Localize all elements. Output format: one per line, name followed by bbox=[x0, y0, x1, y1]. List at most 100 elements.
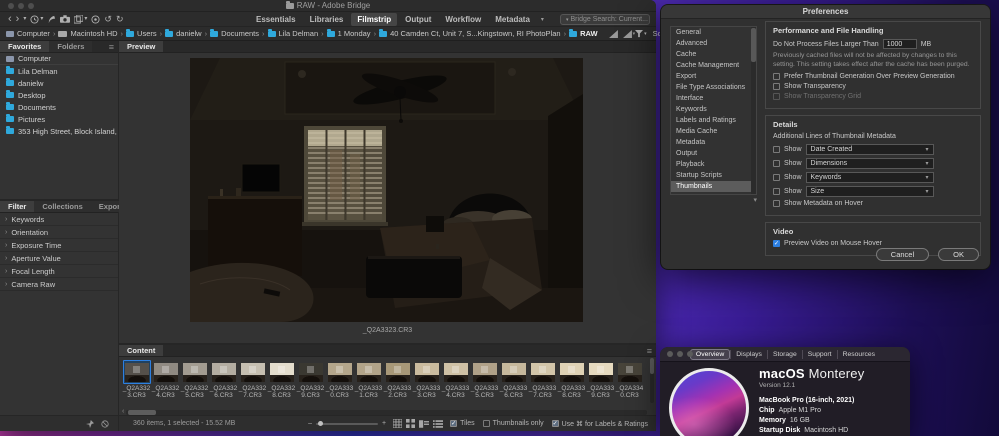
workspace-tab-output[interactable]: Output bbox=[399, 13, 437, 26]
tab-preview[interactable]: Preview bbox=[119, 41, 163, 52]
about-tab-storage[interactable]: Storage bbox=[767, 350, 802, 359]
pref-nav-metadata[interactable]: Metadata bbox=[671, 137, 756, 148]
favorites-item-353-high-street-block-island-ri-photoplan[interactable]: 353 High Street, Block Island, RI PhotoP… bbox=[0, 125, 118, 137]
pref-check-show-metadata-on-hover[interactable]: Show Metadata on Hover bbox=[773, 200, 973, 207]
minimize-button[interactable] bbox=[677, 351, 683, 357]
pref-nav-cache-management[interactable]: Cache Management bbox=[671, 60, 756, 71]
thumbnail-q2a3329-cr3[interactable]: _Q2A332 9.CR3 bbox=[296, 358, 325, 405]
camera-import-icon[interactable] bbox=[60, 15, 70, 23]
nav-scrollbar[interactable] bbox=[751, 27, 756, 194]
preview-quality-icon[interactable]: ▾ bbox=[623, 30, 636, 38]
checkbox-icon[interactable]: ✓ bbox=[773, 240, 780, 247]
thumbnail-q2a3340-cr3[interactable]: _Q2A334 0.CR3 bbox=[615, 358, 644, 405]
checkbox-icon[interactable]: ✓ bbox=[450, 420, 457, 427]
checkbox-icon[interactable] bbox=[483, 420, 490, 427]
filter-item-focal-length[interactable]: ›Focal Length bbox=[0, 265, 118, 278]
nav-scroll-down-icon[interactable]: ▾ bbox=[670, 196, 757, 204]
thumbnail-q2a3335-cr3[interactable]: _Q2A333 5.CR3 bbox=[470, 358, 499, 405]
favorites-item-documents[interactable]: Documents bbox=[0, 101, 118, 113]
panel-menu-icon[interactable]: ≡ bbox=[105, 41, 118, 52]
pref-nav-interface[interactable]: Interface bbox=[671, 93, 756, 104]
pref-nav-cache[interactable]: Cache bbox=[671, 49, 756, 60]
search-input[interactable]: ▾ Bridge Search: Current... bbox=[560, 14, 650, 25]
toggle-thumbnails-only[interactable]: Thumbnails only bbox=[483, 420, 544, 427]
pref-nav-advanced[interactable]: Advanced bbox=[671, 38, 756, 49]
pref-nav-general[interactable]: General bbox=[671, 27, 756, 38]
max-file-size-input[interactable]: 1000 bbox=[883, 39, 917, 49]
filter-item-exposure-time[interactable]: ›Exposure Time bbox=[0, 239, 118, 252]
favorites-item-computer[interactable]: Computer bbox=[0, 53, 118, 65]
thumbnail-q2a3328-cr3[interactable]: _Q2A332 8.CR3 bbox=[267, 358, 296, 405]
thumbnail-q2a3330-cr3[interactable]: _Q2A333 0.CR3 bbox=[325, 358, 354, 405]
zoom-button[interactable] bbox=[28, 3, 34, 9]
breadcrumb-item-40-camden-ct-unit-7-s-kingstown-ri-photoplan[interactable]: 40 Camden Ct, Unit 7, S...Kingstown, RI … bbox=[379, 29, 561, 38]
vertical-scrollbar[interactable] bbox=[650, 358, 654, 403]
forward-icon[interactable]: › bbox=[16, 15, 20, 24]
tab-content[interactable]: Content bbox=[119, 345, 163, 356]
thumbnail-size-slider[interactable] bbox=[316, 423, 378, 425]
clear-filter-icon[interactable] bbox=[101, 415, 109, 433]
back-icon[interactable]: ‹ bbox=[8, 15, 12, 24]
pref-nav-keywords[interactable]: Keywords bbox=[671, 104, 756, 115]
pref-nav-playback[interactable]: Playback bbox=[671, 159, 756, 170]
favorites-item-desktop[interactable]: Desktop bbox=[0, 89, 118, 101]
close-button[interactable] bbox=[667, 351, 673, 357]
filter-item-camera-raw[interactable]: ›Camera Raw bbox=[0, 278, 118, 291]
chevron-down-icon[interactable]: ▾ bbox=[23, 15, 26, 24]
pref-check-preview-video-on-mouse-hover[interactable]: ✓Preview Video on Mouse Hover bbox=[773, 240, 973, 247]
boomerang-return-icon[interactable] bbox=[47, 15, 56, 24]
thumbnail-q2a3334-cr3[interactable]: _Q2A333 4.CR3 bbox=[441, 358, 470, 405]
breadcrumb-item-lila-delman[interactable]: Lila Delman bbox=[268, 29, 319, 38]
thumbnail-q2a3324-cr3[interactable]: _Q2A332 4.CR3 bbox=[151, 358, 180, 405]
metadata-select-date-created[interactable]: Date Created▾ bbox=[806, 144, 934, 155]
workspace-tab-filmstrip[interactable]: Filmstrip bbox=[351, 13, 397, 26]
workspace-tab-essentials[interactable]: Essentials bbox=[250, 13, 302, 26]
pref-nav-output[interactable]: Output bbox=[671, 148, 756, 159]
pref-nav-export[interactable]: Export bbox=[671, 71, 756, 82]
filter-item-aperture-value[interactable]: ›Aperture Value bbox=[0, 252, 118, 265]
close-button[interactable] bbox=[8, 3, 14, 9]
grid-lock-view-icon[interactable] bbox=[393, 419, 402, 428]
workspace-chevron-icon[interactable]: ▾ bbox=[541, 16, 544, 23]
workspace-tab-workflow[interactable]: Workflow bbox=[439, 13, 487, 26]
checkbox-icon[interactable] bbox=[773, 174, 780, 181]
breadcrumb-item-computer[interactable]: Computer bbox=[6, 29, 50, 38]
favorites-item-lila-delman[interactable]: Lila Delman bbox=[0, 65, 118, 77]
pref-nav-startup-scripts[interactable]: Startup Scripts bbox=[671, 170, 756, 181]
favorites-item-pictures[interactable]: Pictures bbox=[0, 113, 118, 125]
keep-filter-pin-icon[interactable] bbox=[86, 415, 94, 433]
preview-image[interactable] bbox=[190, 58, 583, 322]
pref-nav-file-type-associations[interactable]: File Type Associations bbox=[671, 82, 756, 93]
rotate-left-icon[interactable]: ↺ bbox=[104, 15, 112, 24]
thumbnail-q2a3337-cr3[interactable]: _Q2A333 7.CR3 bbox=[528, 358, 557, 405]
pref-check-prefer-thumbnail-generation-over-preview-generation[interactable]: Prefer Thumbnail Generation Over Preview… bbox=[773, 73, 973, 80]
panel-menu-icon[interactable]: ≡ bbox=[643, 345, 656, 356]
toggle-tiles[interactable]: ✓Tiles bbox=[450, 420, 475, 427]
checkbox-icon[interactable] bbox=[773, 146, 780, 153]
list-view-icon[interactable] bbox=[433, 420, 443, 428]
breadcrumb-item-users[interactable]: Users bbox=[126, 29, 157, 38]
details-view-icon[interactable] bbox=[419, 420, 429, 428]
thumbnail-q2a3326-cr3[interactable]: _Q2A332 6.CR3 bbox=[209, 358, 238, 405]
about-tab-overview[interactable]: Overview bbox=[690, 349, 730, 360]
pref-check-show-transparency[interactable]: Show Transparency bbox=[773, 83, 973, 90]
refine-icon[interactable] bbox=[91, 15, 100, 24]
minimize-button[interactable] bbox=[18, 3, 24, 9]
tab-favorites[interactable]: Favorites bbox=[0, 41, 49, 52]
workspace-tab-metadata[interactable]: Metadata bbox=[489, 13, 536, 26]
thumbnail-q2a3339-cr3[interactable]: _Q2A333 9.CR3 bbox=[586, 358, 615, 405]
breadcrumb-item-macintosh-hd[interactable]: Macintosh HD bbox=[58, 29, 117, 38]
filter-item-keywords[interactable]: ›Keywords bbox=[0, 213, 118, 226]
tab-collections[interactable]: Collections bbox=[34, 201, 90, 212]
thumbnail-q2a3323-cr3[interactable]: _Q2A332 3.CR3 bbox=[122, 358, 151, 405]
filter-by-rating-icon[interactable]: ▾ bbox=[635, 30, 647, 38]
thumbnail-quality-icon[interactable] bbox=[609, 30, 618, 38]
checkbox-icon[interactable] bbox=[773, 93, 780, 100]
workspace-tab-libraries[interactable]: Libraries bbox=[304, 13, 350, 26]
filter-item-orientation[interactable]: ›Orientation bbox=[0, 226, 118, 239]
recent-files-icon[interactable]: ▾ bbox=[30, 15, 43, 24]
metadata-select-dimensions[interactable]: Dimensions▾ bbox=[806, 158, 934, 169]
checkbox-icon[interactable]: ✓ bbox=[552, 420, 559, 427]
breadcrumb-item-raw[interactable]: RAW bbox=[569, 29, 598, 38]
checkbox-icon[interactable] bbox=[773, 160, 780, 167]
